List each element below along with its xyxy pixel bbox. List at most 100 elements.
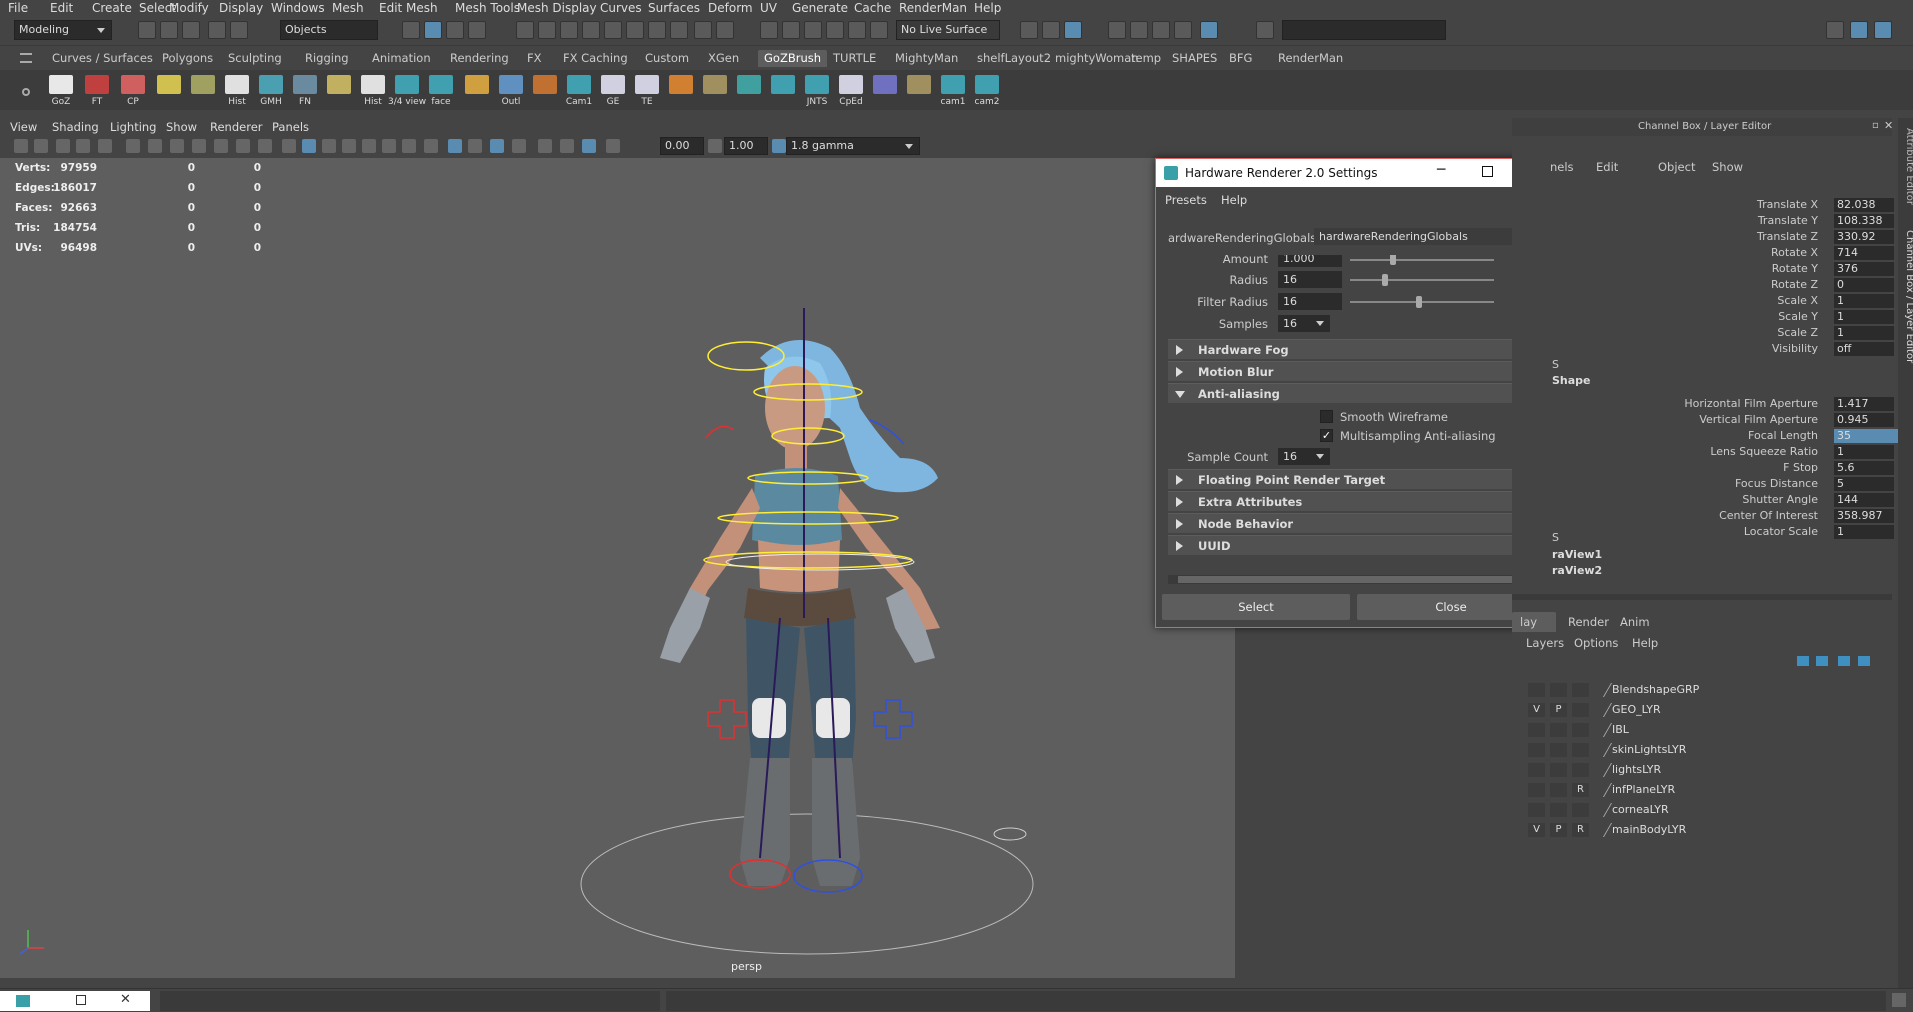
- render-region-icon[interactable]: [1020, 21, 1038, 39]
- minimize-icon[interactable]: ─: [1437, 162, 1445, 178]
- shelf-button-tool20[interactable]: [734, 73, 764, 107]
- viewport-menu-panels[interactable]: Panels: [272, 120, 309, 134]
- layer-v-toggle[interactable]: V: [1528, 703, 1545, 717]
- close-icon[interactable]: ✕: [120, 992, 131, 1007]
- channel-value[interactable]: 1: [1834, 294, 1894, 308]
- history-icon[interactable]: [694, 21, 712, 39]
- side-tab-channel-box[interactable]: Channel Box / Layer Editor: [1904, 230, 1913, 363]
- shelf-button-tool25[interactable]: [904, 73, 934, 107]
- filter-radius-slider-handle[interactable]: [1416, 296, 1422, 308]
- lasso-icon[interactable]: [782, 21, 800, 39]
- layer-r-toggle[interactable]: [1572, 723, 1589, 737]
- layer-p-toggle[interactable]: P: [1550, 823, 1567, 837]
- snap-settings-icon[interactable]: [670, 21, 688, 39]
- attribute-editor-toggle-icon[interactable]: [1874, 21, 1892, 39]
- layer-row[interactable]: lightsLYR: [1528, 760, 1888, 780]
- layer-menu-options[interactable]: Options: [1574, 636, 1618, 650]
- shelf-tab-gozbrush[interactable]: GoZBrush: [758, 50, 828, 67]
- shelf-tab-curves-surfaces[interactable]: Curves / Surfaces: [52, 50, 153, 67]
- shelf-button-tool12[interactable]: [462, 73, 492, 107]
- channel-row[interactable]: Scale Y 1: [1512, 310, 1898, 325]
- shape-attribute-row[interactable]: Center Of Interest 358.987: [1512, 509, 1898, 524]
- tab-display[interactable]: lay: [1512, 612, 1556, 632]
- viewport-3d[interactable]: Verts: 97959 0 0 Edges: 186017 0 0 Faces: 92663 0 0…: [0, 158, 1235, 978]
- menu-edit-mesh[interactable]: Edit Mesh: [379, 1, 438, 15]
- resolution-gate-icon[interactable]: [170, 139, 184, 153]
- workspace-icon[interactable]: [1826, 21, 1844, 39]
- attribute-value[interactable]: 1.417: [1834, 397, 1894, 411]
- shelf-button-ft[interactable]: FT: [82, 73, 112, 107]
- 2d-pan-icon[interactable]: [98, 139, 112, 153]
- safe-action-icon[interactable]: [236, 139, 250, 153]
- cb-menu-object[interactable]: Object: [1658, 160, 1695, 174]
- cb-menu-edit[interactable]: Edit: [1596, 160, 1618, 174]
- channel-value[interactable]: 82.038: [1834, 198, 1894, 212]
- menu-windows[interactable]: Windows: [271, 1, 325, 15]
- attribute-value[interactable]: 0.945: [1834, 413, 1894, 427]
- layer-color-swatch[interactable]: [1591, 823, 1613, 837]
- shelf-button-tool14[interactable]: [530, 73, 560, 107]
- ipr-icon[interactable]: [1108, 21, 1126, 39]
- shelf-button-te[interactable]: TE: [632, 73, 662, 107]
- select-hierarchy-icon[interactable]: [424, 21, 442, 39]
- attribute-value[interactable]: 144: [1834, 493, 1894, 507]
- hypershade-icon[interactable]: [1174, 21, 1192, 39]
- shelf-button-cped[interactable]: CpEd: [836, 73, 866, 107]
- layer-r-toggle[interactable]: [1572, 803, 1589, 817]
- shelf-button-hist[interactable]: Hist: [358, 73, 388, 107]
- script-editor-icon[interactable]: [1892, 993, 1906, 1007]
- section-motion-blur[interactable]: Motion Blur: [1168, 361, 1528, 381]
- grid-icon[interactable]: [126, 139, 140, 153]
- redo-icon[interactable]: [230, 21, 248, 39]
- channel-box-toggle-icon[interactable]: [1850, 21, 1868, 39]
- channel-row[interactable]: Scale Z 1: [1512, 326, 1898, 341]
- shelf-button-gmh[interactable]: GMH: [256, 73, 286, 107]
- channel-row[interactable]: Scale X 1: [1512, 294, 1898, 309]
- snap-view-icon[interactable]: [582, 21, 600, 39]
- snap-live-icon[interactable]: [626, 21, 644, 39]
- shelf-button-tool4[interactable]: [188, 73, 218, 107]
- safe-title-icon[interactable]: [258, 139, 272, 153]
- shelf-tab-animation[interactable]: Animation: [372, 50, 431, 67]
- tab-anim[interactable]: Anim: [1620, 615, 1650, 629]
- layer-color-swatch[interactable]: [1591, 783, 1613, 797]
- shelf-tab-rendering[interactable]: Rendering: [450, 50, 509, 67]
- shape-attribute-row[interactable]: F Stop 5.6: [1512, 461, 1898, 476]
- layer-v-toggle[interactable]: [1528, 763, 1545, 777]
- attribute-value[interactable]: 358.987: [1834, 509, 1894, 523]
- select-component-icon[interactable]: [468, 21, 486, 39]
- channel-row[interactable]: Translate X 82.038: [1512, 198, 1898, 213]
- attribute-value[interactable]: 5.6: [1834, 461, 1894, 475]
- layer-row[interactable]: IBL: [1528, 720, 1888, 740]
- shelf-tab-renderman[interactable]: RenderMan: [1278, 50, 1343, 67]
- filter-radius-slider[interactable]: [1350, 301, 1494, 303]
- tab-render[interactable]: Render: [1568, 615, 1609, 629]
- layer-p-toggle[interactable]: P: [1550, 703, 1567, 717]
- shelf-button-tool8[interactable]: [324, 73, 354, 107]
- menu-mesh-tools[interactable]: Mesh Tools: [455, 1, 520, 15]
- layer-r-toggle[interactable]: R: [1572, 783, 1589, 797]
- layer-row[interactable]: skinLightsLYR: [1528, 740, 1888, 760]
- attribute-value[interactable]: 35: [1834, 429, 1898, 443]
- xray-active-icon[interactable]: [468, 139, 482, 153]
- channel-value[interactable]: off: [1834, 342, 1894, 356]
- shelf-tab-mightyman[interactable]: MightyMan: [895, 50, 958, 67]
- section-extra-attributes[interactable]: Extra Attributes: [1168, 491, 1528, 511]
- shelf-button-face[interactable]: face: [426, 73, 456, 107]
- batch-render-icon[interactable]: [1152, 21, 1170, 39]
- maya-app-icon[interactable]: [16, 995, 30, 1007]
- channel-value[interactable]: 1: [1834, 326, 1894, 340]
- layer-p-toggle[interactable]: [1550, 743, 1567, 757]
- layer-color-swatch[interactable]: [1591, 743, 1613, 757]
- restore-icon[interactable]: [76, 995, 86, 1005]
- menu-uv[interactable]: UV: [760, 1, 777, 15]
- menu-presets[interactable]: Presets: [1165, 193, 1207, 207]
- viewport-menu-show[interactable]: Show: [166, 120, 197, 134]
- shape-attribute-row[interactable]: Locator Scale 1: [1512, 525, 1898, 540]
- cb-menu-show[interactable]: Show: [1712, 160, 1743, 174]
- gate-mask-icon[interactable]: [192, 139, 206, 153]
- output-item[interactable]: raView1: [1552, 548, 1602, 561]
- xray-joints-icon[interactable]: [490, 139, 504, 153]
- cb-menu-channels[interactable]: nels: [1550, 160, 1574, 174]
- layer-color-swatch[interactable]: [1591, 683, 1613, 697]
